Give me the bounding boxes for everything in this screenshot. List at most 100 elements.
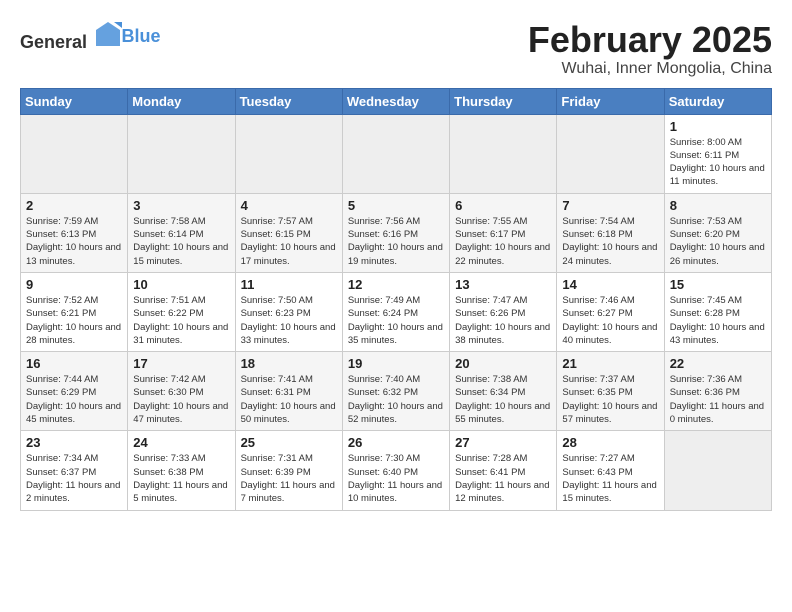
day-number: 4 bbox=[241, 198, 337, 213]
day-number: 16 bbox=[26, 356, 122, 371]
day-info: Sunrise: 7:57 AM Sunset: 6:15 PM Dayligh… bbox=[241, 215, 337, 268]
calendar-day-cell: 16 Sunrise: 7:44 AM Sunset: 6:29 PM Dayli… bbox=[21, 352, 128, 431]
day-number: 28 bbox=[562, 435, 658, 450]
calendar-day-cell bbox=[450, 114, 557, 193]
calendar-body: 1 Sunrise: 8:00 AM Sunset: 6:11 PM Daylig… bbox=[21, 114, 772, 510]
calendar-day-cell: 12Sunrise: 7:49 AM Sunset: 6:24 PM Dayli… bbox=[342, 272, 449, 351]
calendar-week-row: 2 Sunrise: 7:59 AM Sunset: 6:13 PM Daylig… bbox=[21, 193, 772, 272]
day-info: Sunrise: 7:28 AM Sunset: 6:41 PM Dayligh… bbox=[455, 452, 551, 505]
day-info: Sunrise: 7:45 AM Sunset: 6:28 PM Dayligh… bbox=[670, 294, 766, 347]
day-info: Sunrise: 7:42 AM Sunset: 6:30 PM Dayligh… bbox=[133, 373, 229, 426]
calendar-day-cell: 6Sunrise: 7:55 AM Sunset: 6:17 PM Daylig… bbox=[450, 193, 557, 272]
calendar-day-cell: 22 Sunrise: 7:36 AM Sunset: 6:36 PM Dayli… bbox=[664, 352, 771, 431]
day-info: Sunrise: 7:40 AM Sunset: 6:32 PM Dayligh… bbox=[348, 373, 444, 426]
day-number: 10 bbox=[133, 277, 229, 292]
day-number: 25 bbox=[241, 435, 337, 450]
day-number: 2 bbox=[26, 198, 122, 213]
day-info: Sunrise: 7:36 AM Sunset: 6:36 PM Dayligh… bbox=[670, 373, 766, 426]
title-area: February 2025 Wuhai, Inner Mongolia, Chi… bbox=[528, 20, 772, 78]
calendar-day-header: Thursday bbox=[450, 88, 557, 114]
day-number: 3 bbox=[133, 198, 229, 213]
day-info: Sunrise: 7:38 AM Sunset: 6:34 PM Dayligh… bbox=[455, 373, 551, 426]
calendar-day-cell: 10 Sunrise: 7:51 AM Sunset: 6:22 PM Dayli… bbox=[128, 272, 235, 351]
day-number: 15 bbox=[670, 277, 766, 292]
calendar-day-cell: 26 Sunrise: 7:30 AM Sunset: 6:40 PM Dayli… bbox=[342, 431, 449, 510]
day-number: 18 bbox=[241, 356, 337, 371]
calendar-day-cell bbox=[664, 431, 771, 510]
calendar-day-cell: 11 Sunrise: 7:50 AM Sunset: 6:23 PM Dayli… bbox=[235, 272, 342, 351]
day-info: Sunrise: 7:37 AM Sunset: 6:35 PM Dayligh… bbox=[562, 373, 658, 426]
calendar-day-header: Friday bbox=[557, 88, 664, 114]
day-number: 24 bbox=[133, 435, 229, 450]
calendar-day-cell: 19 Sunrise: 7:40 AM Sunset: 6:32 PM Dayli… bbox=[342, 352, 449, 431]
calendar-day-cell: 20 Sunrise: 7:38 AM Sunset: 6:34 PM Dayli… bbox=[450, 352, 557, 431]
calendar-day-cell: 3 Sunrise: 7:58 AM Sunset: 6:14 PM Daylig… bbox=[128, 193, 235, 272]
day-info: Sunrise: 8:00 AM Sunset: 6:11 PM Dayligh… bbox=[670, 136, 766, 189]
calendar-day-cell: 5 Sunrise: 7:56 AM Sunset: 6:16 PM Daylig… bbox=[342, 193, 449, 272]
day-number: 7 bbox=[562, 198, 658, 213]
calendar-day-cell bbox=[21, 114, 128, 193]
logo-icon bbox=[94, 20, 122, 48]
calendar-header-row: SundayMondayTuesdayWednesdayThursdayFrid… bbox=[21, 88, 772, 114]
day-info: Sunrise: 7:55 AM Sunset: 6:17 PM Dayligh… bbox=[455, 215, 551, 268]
calendar-day-header: Saturday bbox=[664, 88, 771, 114]
calendar-table: SundayMondayTuesdayWednesdayThursdayFrid… bbox=[20, 88, 772, 511]
main-title: February 2025 bbox=[528, 20, 772, 60]
day-info: Sunrise: 7:59 AM Sunset: 6:13 PM Dayligh… bbox=[26, 215, 122, 268]
calendar-day-cell bbox=[557, 114, 664, 193]
calendar-week-row: 9Sunrise: 7:52 AM Sunset: 6:21 PM Daylig… bbox=[21, 272, 772, 351]
day-number: 13 bbox=[455, 277, 551, 292]
day-info: Sunrise: 7:31 AM Sunset: 6:39 PM Dayligh… bbox=[241, 452, 337, 505]
day-number: 22 bbox=[670, 356, 766, 371]
calendar-day-cell: 2 Sunrise: 7:59 AM Sunset: 6:13 PM Daylig… bbox=[21, 193, 128, 272]
calendar-day-header: Tuesday bbox=[235, 88, 342, 114]
calendar-day-cell: 21 Sunrise: 7:37 AM Sunset: 6:35 PM Dayli… bbox=[557, 352, 664, 431]
day-info: Sunrise: 7:58 AM Sunset: 6:14 PM Dayligh… bbox=[133, 215, 229, 268]
day-info: Sunrise: 7:33 AM Sunset: 6:38 PM Dayligh… bbox=[133, 452, 229, 505]
logo-general-text: General bbox=[20, 32, 87, 52]
day-info: Sunrise: 7:27 AM Sunset: 6:43 PM Dayligh… bbox=[562, 452, 658, 505]
day-info: Sunrise: 7:51 AM Sunset: 6:22 PM Dayligh… bbox=[133, 294, 229, 347]
calendar-day-cell: 1 Sunrise: 8:00 AM Sunset: 6:11 PM Daylig… bbox=[664, 114, 771, 193]
calendar-day-cell: 9Sunrise: 7:52 AM Sunset: 6:21 PM Daylig… bbox=[21, 272, 128, 351]
calendar-week-row: 1 Sunrise: 8:00 AM Sunset: 6:11 PM Daylig… bbox=[21, 114, 772, 193]
calendar-day-cell: 18Sunrise: 7:41 AM Sunset: 6:31 PM Dayli… bbox=[235, 352, 342, 431]
day-number: 11 bbox=[241, 277, 337, 292]
day-number: 21 bbox=[562, 356, 658, 371]
day-number: 26 bbox=[348, 435, 444, 450]
day-info: Sunrise: 7:47 AM Sunset: 6:26 PM Dayligh… bbox=[455, 294, 551, 347]
logo: General Blue bbox=[20, 20, 161, 53]
calendar-day-cell: 14 Sunrise: 7:46 AM Sunset: 6:27 PM Dayli… bbox=[557, 272, 664, 351]
calendar-day-cell bbox=[128, 114, 235, 193]
calendar-day-header: Sunday bbox=[21, 88, 128, 114]
day-info: Sunrise: 7:54 AM Sunset: 6:18 PM Dayligh… bbox=[562, 215, 658, 268]
calendar-day-cell: 15 Sunrise: 7:45 AM Sunset: 6:28 PM Dayli… bbox=[664, 272, 771, 351]
day-info: Sunrise: 7:46 AM Sunset: 6:27 PM Dayligh… bbox=[562, 294, 658, 347]
day-number: 14 bbox=[562, 277, 658, 292]
day-info: Sunrise: 7:50 AM Sunset: 6:23 PM Dayligh… bbox=[241, 294, 337, 347]
day-info: Sunrise: 7:44 AM Sunset: 6:29 PM Dayligh… bbox=[26, 373, 122, 426]
calendar-day-cell: 28 Sunrise: 7:27 AM Sunset: 6:43 PM Dayli… bbox=[557, 431, 664, 510]
day-info: Sunrise: 7:56 AM Sunset: 6:16 PM Dayligh… bbox=[348, 215, 444, 268]
calendar-day-cell bbox=[235, 114, 342, 193]
day-info: Sunrise: 7:30 AM Sunset: 6:40 PM Dayligh… bbox=[348, 452, 444, 505]
header: General Blue February 2025 Wuhai, Inner … bbox=[20, 20, 772, 78]
calendar-day-cell: 4 Sunrise: 7:57 AM Sunset: 6:15 PM Daylig… bbox=[235, 193, 342, 272]
calendar-day-cell: 23Sunrise: 7:34 AM Sunset: 6:37 PM Dayli… bbox=[21, 431, 128, 510]
day-number: 19 bbox=[348, 356, 444, 371]
day-number: 20 bbox=[455, 356, 551, 371]
day-number: 5 bbox=[348, 198, 444, 213]
calendar-week-row: 23Sunrise: 7:34 AM Sunset: 6:37 PM Dayli… bbox=[21, 431, 772, 510]
calendar-day-cell bbox=[342, 114, 449, 193]
day-number: 27 bbox=[455, 435, 551, 450]
day-number: 9 bbox=[26, 277, 122, 292]
day-number: 1 bbox=[670, 119, 766, 134]
calendar-day-cell: 27 Sunrise: 7:28 AM Sunset: 6:41 PM Dayli… bbox=[450, 431, 557, 510]
logo-blue-text: Blue bbox=[122, 26, 161, 46]
calendar-day-cell: 7 Sunrise: 7:54 AM Sunset: 6:18 PM Daylig… bbox=[557, 193, 664, 272]
day-number: 23 bbox=[26, 435, 122, 450]
calendar-day-header: Wednesday bbox=[342, 88, 449, 114]
calendar-day-cell: 17Sunrise: 7:42 AM Sunset: 6:30 PM Dayli… bbox=[128, 352, 235, 431]
sub-title: Wuhai, Inner Mongolia, China bbox=[528, 60, 772, 78]
calendar-day-cell: 24 Sunrise: 7:33 AM Sunset: 6:38 PM Dayli… bbox=[128, 431, 235, 510]
